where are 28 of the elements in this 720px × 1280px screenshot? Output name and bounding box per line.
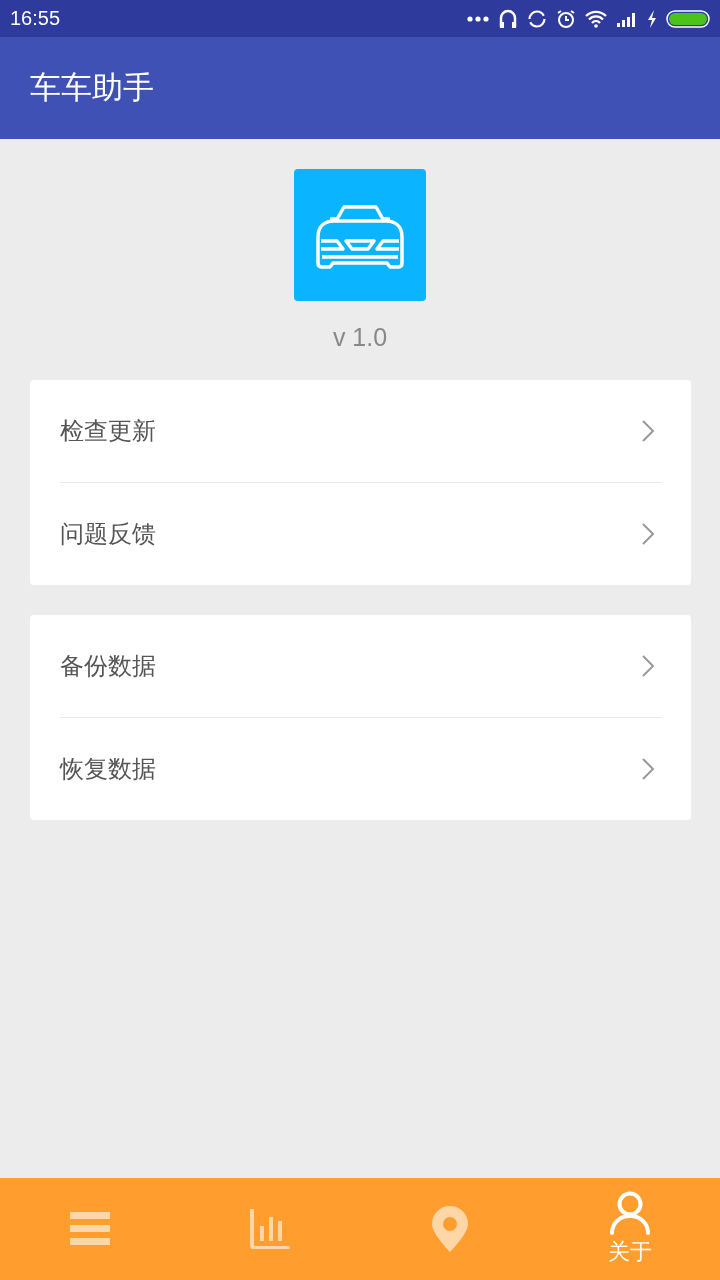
location-pin-icon [432,1206,468,1252]
menu-item[interactable]: 备份数据 [59,615,691,717]
menu-item[interactable]: 问题反馈 [59,483,691,585]
menu-item[interactable]: 恢复数据 [59,718,691,820]
wifi-icon [585,9,607,28]
menu-item[interactable]: 检查更新 [59,380,691,482]
chevron-right-icon [640,419,655,443]
status-time: 16:55 [10,7,61,30]
battery-icon [666,9,710,28]
app-title: 车车助手 [30,68,154,107]
menu-item-label: 备份数据 [59,651,156,682]
version-text: v 1.0 [332,323,388,352]
chevron-right-icon [640,757,655,781]
charging-icon [647,9,657,28]
sync-icon [527,8,547,29]
alarm-icon [556,8,576,29]
menu-item-label: 恢复数据 [59,754,156,785]
menu-item-label: 检查更新 [59,416,156,447]
chevron-right-icon [640,522,655,546]
menu-item-label: 问题反馈 [59,519,156,550]
chevron-right-icon [640,654,655,678]
headphones-icon [498,8,518,29]
more-icon [467,14,489,23]
car-logo-icon [294,169,426,301]
signal-icon [616,10,638,27]
user-icon [609,1191,651,1235]
bar-chart-icon [250,1209,290,1249]
menu-icon [70,1212,110,1246]
